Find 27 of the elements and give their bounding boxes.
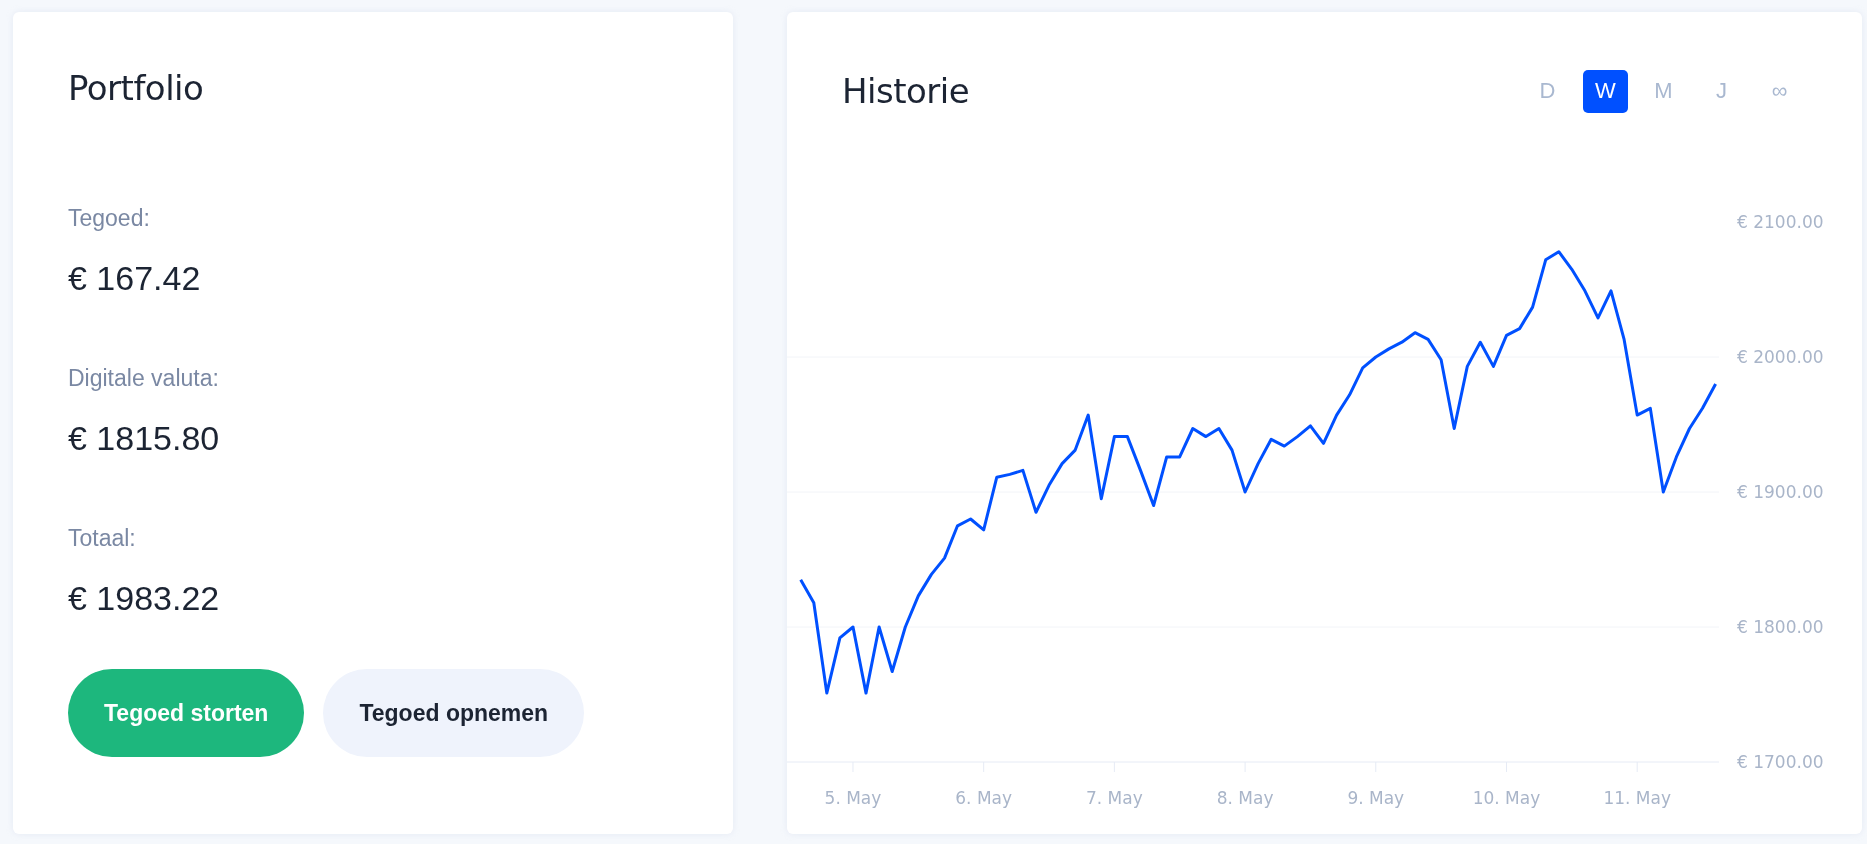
card-title: Historie xyxy=(842,70,970,113)
axis-label: 11. May xyxy=(1603,788,1671,808)
deposit-button[interactable]: Tegoed storten xyxy=(68,669,305,757)
axis-label: € 2100.00 xyxy=(1737,212,1824,232)
balance-label: Tegoed: xyxy=(68,205,151,231)
axis-label: 6. May xyxy=(955,788,1013,808)
axis-label: 9. May xyxy=(1347,788,1405,808)
period-tab[interactable]: D xyxy=(1525,69,1570,113)
balance-label: Totaal: xyxy=(68,525,137,551)
axis-label: € 1900.00 xyxy=(1737,482,1824,502)
axis-label: € 2000.00 xyxy=(1737,347,1824,367)
period-tab[interactable]: J xyxy=(1699,69,1744,113)
axis-label: € 1800.00 xyxy=(1737,617,1824,637)
period-tab[interactable]: M xyxy=(1641,69,1686,113)
balance-label: Digitale valuta: xyxy=(68,365,220,391)
card-title: Portfolio xyxy=(68,67,205,110)
period-tab[interactable]: ∞ xyxy=(1757,69,1802,113)
axis-label: 10. May xyxy=(1472,788,1541,808)
axis-label: 7. May xyxy=(1086,788,1143,808)
balance-value: € 1983.22 xyxy=(68,579,221,617)
balance-value: € 1815.80 xyxy=(68,419,221,457)
axis-label: 5. May xyxy=(824,788,882,808)
period-tab[interactable]: W xyxy=(1583,69,1628,113)
balance-value: € 167.42 xyxy=(68,259,202,297)
axis-label: € 1700.00 xyxy=(1737,752,1824,772)
axis-label: 8. May xyxy=(1216,788,1274,808)
withdraw-button[interactable]: Tegoed opnemen xyxy=(323,669,585,757)
